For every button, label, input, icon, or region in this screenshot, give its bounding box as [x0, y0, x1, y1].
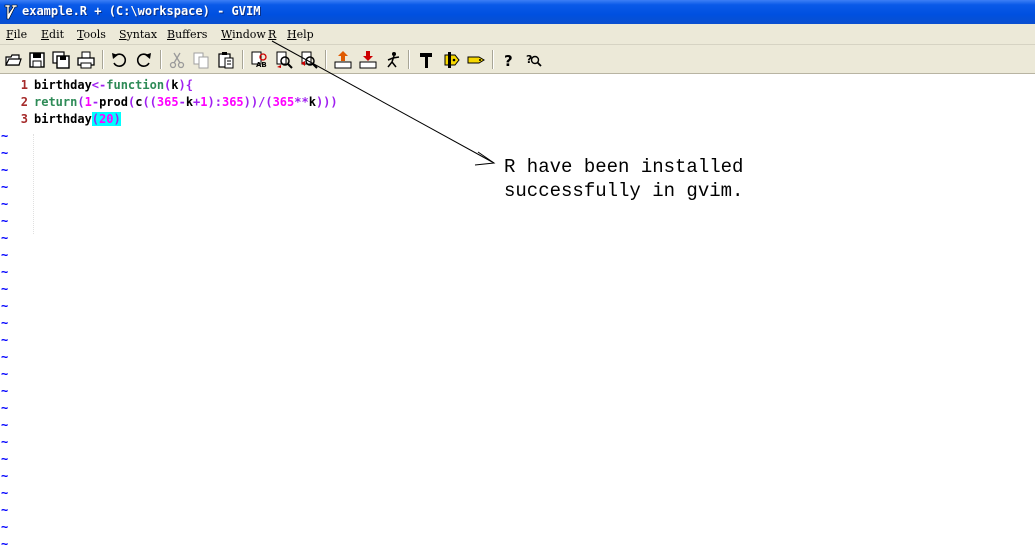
code-line-3[interactable]: 3 birthday(20): [0, 111, 121, 128]
code-line-2[interactable]: 2 return(1-prod(c((365-k+1):365))/(365**k…: [0, 94, 338, 111]
empty-line-tilde: ~: [1, 469, 9, 483]
toolbar-separator: [492, 50, 494, 69]
toolbar-separator: [325, 50, 327, 69]
indent-guide: [33, 134, 34, 234]
empty-line-tilde: ~: [1, 486, 9, 500]
svg-text:AB: AB: [256, 61, 267, 69]
find-prev-icon[interactable]: [298, 49, 320, 71]
menu-edit[interactable]: Edit: [41, 28, 64, 41]
line-number: 2: [20, 95, 28, 109]
redo-icon[interactable]: [133, 49, 155, 71]
menu-r[interactable]: R: [268, 28, 276, 41]
empty-line-tilde: ~: [1, 282, 9, 296]
annotation-line-1: R have been installed: [504, 156, 744, 178]
load-session-icon[interactable]: [332, 49, 354, 71]
toolbar-separator: [160, 50, 162, 69]
menu-bar: File Edit Tools Syntax Buffers Window R …: [0, 24, 1035, 45]
run-script-icon[interactable]: [382, 49, 404, 71]
make-icon[interactable]: [415, 49, 437, 71]
empty-line-tilde: ~: [1, 452, 9, 466]
empty-line-tilde: ~: [1, 503, 9, 517]
save-icon[interactable]: [26, 49, 48, 71]
copy-icon[interactable]: [190, 49, 212, 71]
empty-line-tilde: ~: [1, 248, 9, 262]
line-number: 3: [20, 112, 28, 126]
title-bar[interactable]: example.R + (C:\workspace) - GVIM: [0, 0, 1035, 24]
matched-paren: (: [91, 112, 100, 126]
cut-icon[interactable]: [166, 49, 188, 71]
empty-line-tilde: ~: [1, 333, 9, 347]
menu-syntax[interactable]: Syntax: [119, 28, 157, 41]
empty-line-tilde: ~: [1, 367, 9, 381]
menu-file[interactable]: File: [6, 28, 27, 41]
toolbar-separator: [408, 50, 410, 69]
save-session-icon[interactable]: [357, 49, 379, 71]
annotation-line-2: successfully in gvim.: [504, 180, 744, 202]
toolbar-separator: [102, 50, 104, 69]
code-line-1[interactable]: 1 birthday<-function(k){: [0, 77, 193, 94]
toolbar-separator: [242, 50, 244, 69]
empty-line-tilde: ~: [1, 350, 9, 364]
menu-buffers[interactable]: Buffers: [167, 28, 207, 41]
find-help-icon[interactable]: ?: [523, 49, 545, 71]
line-number: 1: [20, 78, 28, 92]
jump-tag-icon[interactable]: [465, 49, 487, 71]
empty-line-tilde: ~: [1, 537, 9, 551]
open-icon[interactable]: [2, 49, 24, 71]
editor-area[interactable]: 1 birthday<-function(k){ 2 return(1-prod(c…: [0, 75, 1035, 559]
empty-line-tilde: ~: [1, 316, 9, 330]
paste-icon[interactable]: [215, 49, 237, 71]
menu-tools[interactable]: Tools: [77, 28, 106, 41]
window-title: example.R + (C:\workspace) - GVIM: [22, 4, 261, 18]
empty-line-tilde: ~: [1, 418, 9, 432]
save-all-icon[interactable]: [50, 49, 72, 71]
help-icon[interactable]: ?: [498, 49, 520, 71]
svg-text:?: ?: [504, 52, 513, 69]
build-tags-icon[interactable]: [440, 49, 462, 71]
empty-line-tilde: ~: [1, 231, 9, 245]
toolbar: AB ? ?: [0, 45, 1035, 74]
find-next-icon[interactable]: [273, 49, 295, 71]
empty-line-tilde: ~: [1, 163, 9, 177]
empty-line-tilde: ~: [1, 520, 9, 534]
empty-line-tilde: ~: [1, 214, 9, 228]
print-icon[interactable]: [75, 49, 97, 71]
empty-line-tilde: ~: [1, 299, 9, 313]
cursor-paren: ): [113, 112, 121, 126]
empty-line-tilde: ~: [1, 146, 9, 160]
menu-window[interactable]: Window: [221, 28, 266, 41]
empty-line-tilde: ~: [1, 180, 9, 194]
annotation-text: R have been installed successfully in gv…: [504, 155, 743, 203]
empty-line-tilde: ~: [1, 265, 9, 279]
empty-line-tilde: ~: [1, 197, 9, 211]
undo-icon[interactable]: [108, 49, 130, 71]
find-replace-icon[interactable]: AB: [248, 49, 270, 71]
empty-line-tilde: ~: [1, 435, 9, 449]
empty-line-tilde: ~: [1, 401, 9, 415]
empty-line-tilde: ~: [1, 129, 9, 143]
empty-line-tilde: ~: [1, 384, 9, 398]
gvim-app-icon[interactable]: [3, 4, 19, 20]
menu-help[interactable]: Help: [287, 28, 314, 41]
